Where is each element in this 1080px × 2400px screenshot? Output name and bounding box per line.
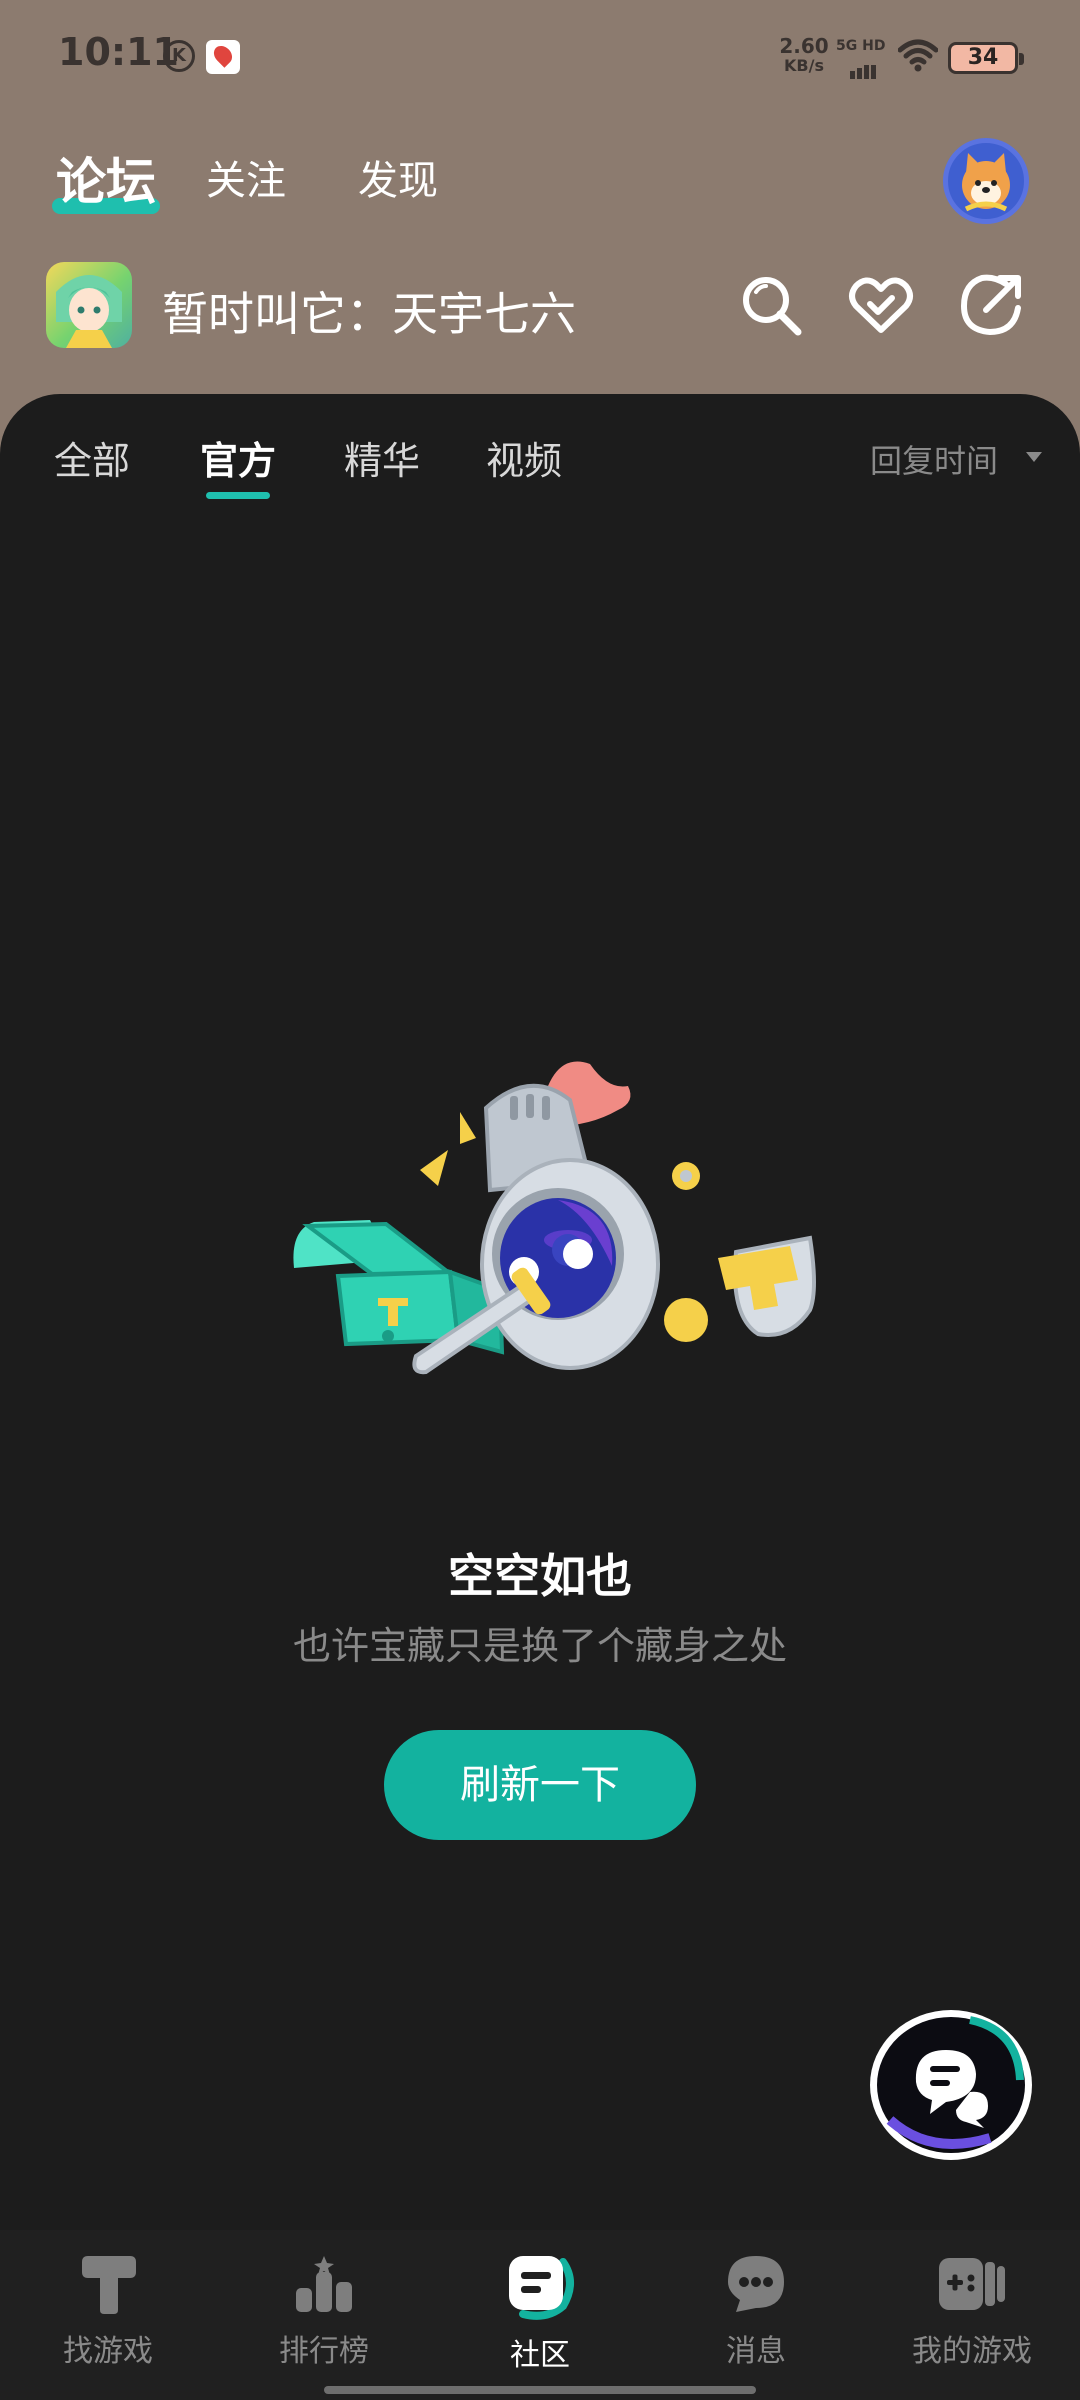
k-app-icon: K	[163, 40, 195, 72]
game-character-icon	[56, 275, 122, 348]
my-games-icon	[939, 2258, 1005, 2310]
map-app-icon	[206, 40, 240, 74]
empty-subtitle: 也许宝藏只是换了个藏身之处	[292, 1624, 787, 1668]
chat-bubble-icon	[877, 2016, 1025, 2153]
nav-label: 排行榜	[279, 2334, 369, 2369]
empty-title: 空空如也	[448, 1549, 632, 1603]
tab-all[interactable]: 全部	[54, 430, 130, 485]
search-icon[interactable]	[736, 270, 806, 340]
heart-check-icon[interactable]	[846, 270, 916, 340]
tab-discover[interactable]: 发现	[358, 148, 438, 206]
home-indicator[interactable]	[324, 2386, 756, 2394]
community-icon	[509, 2256, 574, 2320]
forum-name: 暂时叫它：天宇七六	[162, 287, 576, 341]
nav-my-games[interactable]: 我的游戏	[864, 2252, 1080, 2370]
shiba-avatar-icon	[962, 153, 1010, 212]
knight-treasure-illustration	[293, 1061, 816, 1375]
battery-indicator: 34	[948, 42, 1024, 74]
tab-forum[interactable]: 论坛	[52, 142, 160, 214]
network-type: 5G HD	[836, 38, 886, 54]
network-speed: 2.60 KB/s	[779, 34, 829, 75]
chat-fab[interactable]	[870, 2010, 1032, 2160]
nav-community[interactable]: 社区	[432, 2252, 648, 2374]
chevron-down-icon[interactable]	[1026, 452, 1042, 462]
tab-follow[interactable]: 关注	[206, 148, 286, 206]
message-icon	[728, 2256, 784, 2312]
tab-featured[interactable]: 精华	[344, 430, 420, 485]
nav-label: 找游戏	[63, 2334, 153, 2369]
forum-icon[interactable]	[46, 262, 132, 348]
nav-label: 我的游戏	[912, 2334, 1032, 2369]
tab-video[interactable]: 视频	[486, 430, 562, 485]
nav-message[interactable]: 消息	[648, 2252, 864, 2370]
sort-dropdown[interactable]: 回复时间	[870, 436, 998, 482]
ranking-icon	[296, 2256, 352, 2312]
bottom-nav: 找游戏 排行榜 社区 消息 我的游戏	[0, 2230, 1080, 2400]
status-bar: 10:11 K 2.60 KB/s 5G HD 34	[0, 0, 1080, 110]
tab-official[interactable]: 官方	[200, 430, 276, 499]
nav-label: 社区	[510, 2338, 570, 2373]
nav-find-game[interactable]: 找游戏	[0, 2252, 216, 2370]
share-icon[interactable]	[956, 270, 1026, 340]
refresh-button[interactable]: 刷新一下	[384, 1730, 696, 1840]
find-game-icon	[82, 2256, 136, 2314]
avatar[interactable]	[943, 138, 1029, 224]
wifi-icon	[898, 39, 938, 72]
status-time: 10:11	[58, 30, 179, 74]
signal-icon	[850, 60, 878, 79]
nav-label: 消息	[726, 2334, 786, 2369]
nav-ranking[interactable]: 排行榜	[216, 2252, 432, 2370]
